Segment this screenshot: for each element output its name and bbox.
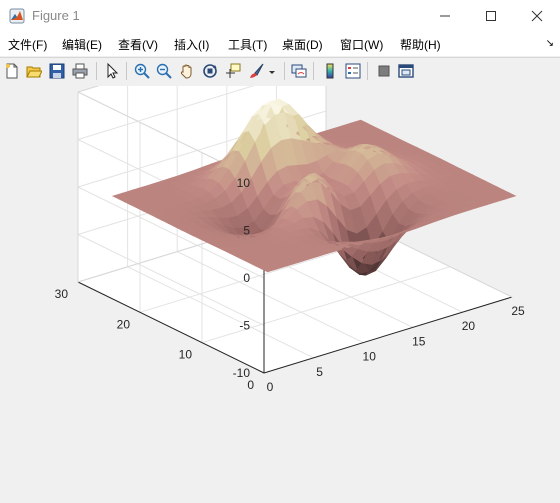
- y-tick-label: 0: [247, 378, 254, 392]
- maximize-button[interactable]: [468, 0, 514, 32]
- rotate-3d-icon[interactable]: [200, 61, 220, 81]
- menu-tools[interactable]: 工具(T): [228, 36, 267, 53]
- z-tick-label: 0: [243, 271, 250, 285]
- menu-view[interactable]: 查看(V): [118, 36, 158, 53]
- zoom-out-icon[interactable]: [154, 61, 174, 81]
- y-tick-label: 20: [117, 317, 131, 331]
- x-tick-label: 15: [412, 334, 426, 348]
- close-icon: [531, 10, 543, 22]
- toolbar-separator: [126, 62, 127, 80]
- toolbar-separator: [313, 62, 314, 80]
- toolbar-separator: [96, 62, 97, 80]
- y-tick-label: 30: [55, 287, 69, 301]
- toolbar-separator: [367, 62, 368, 80]
- minimize-icon: [440, 15, 450, 17]
- legend-icon[interactable]: [343, 61, 363, 81]
- menu-help[interactable]: 帮助(H): [400, 36, 441, 53]
- menu-overflow-icon[interactable]: ↘: [546, 38, 554, 49]
- brush-dropdown-icon[interactable]: [266, 61, 278, 81]
- x-tick-label: 20: [462, 319, 476, 333]
- pointer-icon[interactable]: [102, 61, 122, 81]
- z-tick-label: -5: [239, 319, 250, 333]
- title-bar: Figure 1: [0, 0, 560, 32]
- dock-icon[interactable]: [396, 61, 416, 81]
- z-tick-label: 5: [243, 224, 250, 238]
- minimize-button[interactable]: [422, 0, 468, 32]
- menu-insert[interactable]: 插入(I): [174, 36, 209, 53]
- figure-toolbar: [0, 58, 560, 84]
- close-button[interactable]: [514, 0, 560, 32]
- hide-tools-icon[interactable]: [374, 61, 394, 81]
- print-icon[interactable]: [70, 61, 90, 81]
- x-tick-label: 25: [511, 304, 525, 318]
- open-file-icon[interactable]: [24, 61, 44, 81]
- zoom-in-icon[interactable]: [132, 61, 152, 81]
- colorbar-icon[interactable]: [320, 61, 340, 81]
- data-cursor-icon[interactable]: [223, 61, 243, 81]
- toolbar-separator: [284, 62, 285, 80]
- menu-window[interactable]: 窗口(W): [340, 36, 383, 53]
- x-tick-label: 10: [363, 350, 377, 364]
- menu-file[interactable]: 文件(F): [8, 36, 47, 53]
- pan-icon[interactable]: [177, 61, 197, 81]
- z-tick-label: 10: [237, 176, 251, 190]
- figure-canvas[interactable]: 0 5 10 15 20 25 0 10 20 30 10 5 0 -5 -10: [0, 86, 560, 503]
- surface-plot[interactable]: 0 5 10 15 20 25 0 10 20 30 10 5 0 -5 -10: [0, 86, 560, 503]
- maximize-icon: [486, 11, 496, 21]
- new-figure-icon[interactable]: [2, 61, 22, 81]
- link-plot-icon[interactable]: [289, 61, 309, 81]
- x-tick-label: 5: [316, 365, 323, 379]
- z-tick-label: -10: [233, 366, 251, 380]
- menu-desktop[interactable]: 桌面(D): [282, 36, 323, 53]
- menu-bar: 文件(F) 编辑(E) 查看(V) 插入(I) 工具(T) 桌面(D) 窗口(W…: [0, 32, 560, 56]
- x-tick-label: 0: [267, 380, 274, 394]
- brush-icon[interactable]: [247, 61, 267, 81]
- matlab-icon: [9, 8, 25, 24]
- window-title: Figure 1: [32, 8, 80, 23]
- menu-edit[interactable]: 编辑(E): [62, 36, 102, 53]
- y-tick-label: 10: [179, 348, 193, 362]
- save-icon[interactable]: [47, 61, 67, 81]
